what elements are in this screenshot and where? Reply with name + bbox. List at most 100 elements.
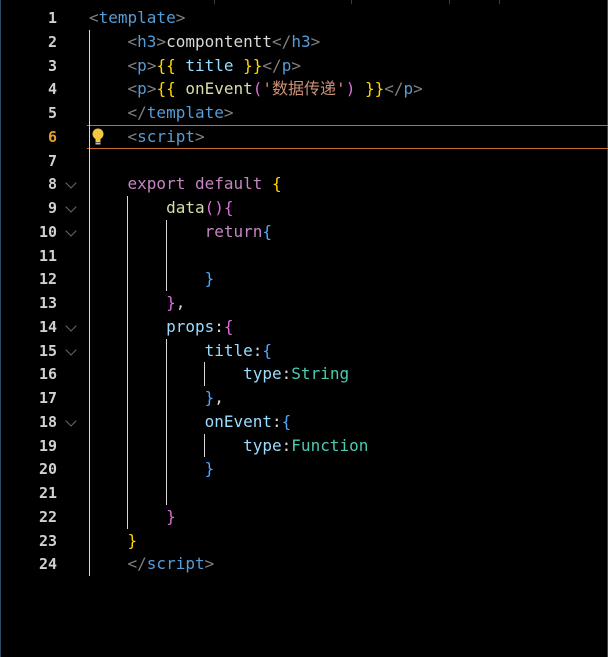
code-text[interactable]: </script> (89, 552, 215, 576)
chevron-down-icon[interactable] (65, 177, 77, 189)
code-line[interactable]: 4 <p>{{ onEvent('数据传递') }}</p> (1, 77, 608, 101)
code-line[interactable]: 12 } (1, 267, 608, 291)
line-number[interactable]: 21 (1, 481, 57, 505)
tab-strip-edge (1, 0, 608, 4)
code-token: > (310, 31, 321, 51)
code-text[interactable]: return{ (89, 220, 272, 244)
line-number[interactable]: 22 (1, 505, 57, 529)
code-token: }} (243, 55, 263, 75)
code-text[interactable]: }, (89, 386, 224, 410)
code-text[interactable]: <p>{{ title }}</p> (89, 54, 301, 78)
code-line[interactable]: 19 type:Function (1, 434, 608, 458)
indent-guide (166, 219, 167, 291)
line-number[interactable]: 7 (1, 149, 57, 173)
code-token: < (89, 79, 138, 99)
code-token: p (403, 79, 414, 99)
code-text[interactable]: } (89, 267, 215, 291)
code-text[interactable]: } (89, 505, 176, 529)
code-token: template (98, 8, 176, 27)
code-text[interactable]: <h3>compontentt</h3> (89, 30, 321, 54)
line-number[interactable]: 1 (1, 6, 57, 30)
line-number[interactable]: 10 (1, 220, 57, 244)
code-line[interactable]: 11 (1, 244, 608, 268)
code-line[interactable]: 18 onEvent:{ (1, 410, 608, 434)
code-line[interactable]: 2 <h3>compontentt</h3> (1, 30, 608, 54)
code-token: export default (89, 174, 273, 194)
code-text[interactable]: <template> (89, 6, 185, 30)
line-number[interactable]: 2 (1, 30, 57, 54)
code-line[interactable]: 16 type:String (1, 362, 608, 386)
lightbulb-icon[interactable] (91, 127, 105, 147)
code-text[interactable]: type:Function (89, 434, 368, 458)
code-line[interactable]: 20 } (1, 457, 608, 481)
code-line[interactable]: 13 }, (1, 291, 608, 315)
code-token: > (204, 554, 215, 574)
code-text[interactable]: </template> (89, 101, 234, 125)
line-number[interactable]: 5 (1, 101, 57, 125)
line-number[interactable]: 4 (1, 77, 57, 101)
code-token: : (281, 435, 292, 455)
indent-guide (89, 29, 90, 576)
code-text[interactable]: title:{ (89, 339, 272, 363)
code-token: title (89, 340, 253, 360)
code-token: p (137, 55, 147, 75)
code-line[interactable]: 1 <template> (1, 6, 608, 30)
line-number[interactable]: 8 (1, 172, 57, 196)
code-line[interactable]: 23 } (1, 529, 608, 553)
line-number[interactable]: 6 (1, 125, 57, 149)
code-line[interactable]: 21 (1, 481, 608, 505)
code-token: }} (364, 79, 385, 99)
code-line[interactable]: 5 </template> (1, 101, 608, 125)
line-number[interactable]: 23 (1, 529, 57, 553)
code-token: Function (291, 435, 369, 455)
code-text[interactable]: }, (89, 291, 185, 315)
chevron-down-icon[interactable] (65, 225, 77, 237)
line-number[interactable]: 11 (1, 244, 57, 268)
code-text[interactable]: data(){ (89, 196, 233, 220)
code-text[interactable]: export default { (89, 172, 282, 196)
code-line[interactable]: 7 (1, 149, 608, 173)
line-number[interactable]: 24 (1, 552, 57, 576)
code-text[interactable]: onEvent:{ (89, 410, 292, 434)
code-line[interactable]: 8 export default { (1, 172, 608, 196)
code-token: String (291, 364, 350, 384)
line-number[interactable]: 19 (1, 434, 57, 458)
code-line[interactable]: 15 title:{ (1, 339, 608, 363)
chevron-down-icon[interactable] (65, 320, 77, 332)
code-text[interactable]: } (89, 457, 215, 481)
code-token: p (281, 55, 292, 75)
code-line[interactable]: 22 } (1, 505, 608, 529)
code-text[interactable]: <p>{{ onEvent('数据传递') }}</p> (89, 77, 423, 101)
code-token: > (146, 55, 157, 75)
code-line[interactable]: 6 <script> (1, 124, 608, 149)
chevron-down-icon[interactable] (65, 343, 77, 356)
code-text[interactable]: } (89, 529, 138, 553)
line-number[interactable]: 16 (1, 362, 57, 386)
code-line[interactable]: 24 </script> (1, 552, 608, 576)
chevron-down-icon[interactable] (65, 415, 77, 427)
code-line[interactable]: 3 <p>{{ title }}</p> (1, 54, 608, 78)
code-line[interactable]: 14 props:{ (1, 315, 608, 339)
line-number[interactable]: 9 (1, 196, 57, 220)
code-text[interactable]: <script> (89, 125, 205, 149)
line-number[interactable]: 3 (1, 54, 57, 78)
code-token: p (137, 79, 147, 99)
line-number[interactable]: 13 (1, 291, 57, 315)
code-line[interactable]: 10 return{ (1, 220, 608, 244)
line-number[interactable]: 20 (1, 457, 57, 481)
code-line[interactable]: 17 }, (1, 386, 608, 410)
line-number[interactable]: 14 (1, 315, 57, 339)
line-number[interactable]: 12 (1, 267, 57, 291)
code-token: : (214, 316, 224, 336)
code-token: } (89, 388, 215, 407)
code-text[interactable]: type:String (89, 362, 349, 386)
code-line[interactable]: 9 data(){ (1, 196, 608, 220)
code-editor[interactable]: 1 <template> 2 <h3>compontentt</h3> 3 <p>{{… (0, 0, 608, 657)
line-number[interactable]: 17 (1, 386, 57, 410)
code-text[interactable]: props:{ (89, 315, 233, 339)
line-number[interactable]: 18 (1, 410, 57, 434)
chevron-down-icon[interactable] (65, 201, 77, 213)
code-token: } (89, 269, 215, 289)
line-number[interactable]: 15 (1, 339, 57, 363)
